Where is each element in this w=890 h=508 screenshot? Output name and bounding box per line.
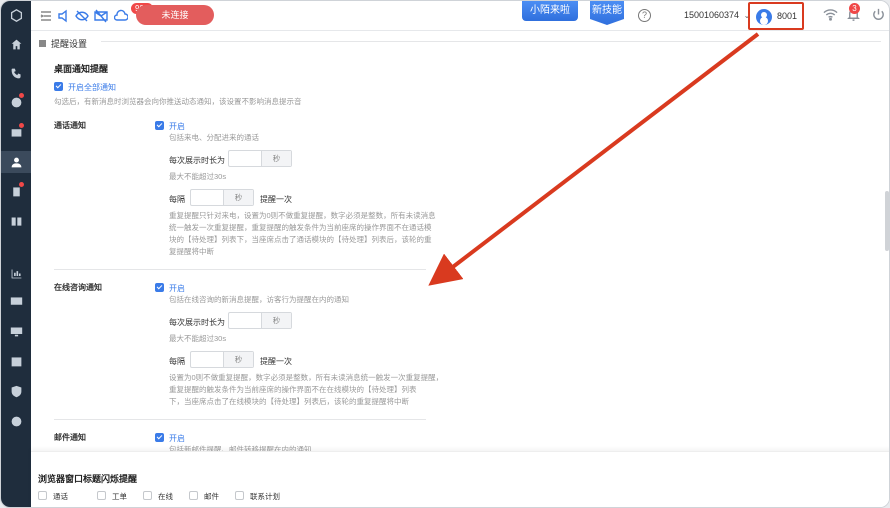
online-every-label: 每隔 — [169, 357, 185, 366]
call-duration-input[interactable]: 秒 — [228, 150, 292, 167]
settings-content: 提醒设置 桌面通知提醒 开启全部通知 勾选后，有新消息时浏览器会向你推送动态通知… — [31, 31, 889, 507]
online-interval-input[interactable]: 秒 — [190, 351, 254, 368]
call-interval-input[interactable]: 秒 — [190, 189, 254, 206]
call-duration-unit: 秒 — [261, 151, 291, 166]
online-repeat-hint-1: 设置为0则不做重复提醒，数字必须是整数，所有未读消息统一触发一次重复提醒， — [169, 373, 444, 382]
online-max-hint: 最大不能超过30s — [169, 334, 227, 343]
flash-plan-checkbox[interactable] — [235, 491, 244, 500]
section-marker-icon — [39, 40, 46, 47]
online-duration-input[interactable]: 秒 — [228, 312, 292, 329]
cloud-user-icon[interactable] — [113, 9, 129, 23]
section-header: 提醒设置 — [39, 37, 87, 50]
mail-enable-checkbox[interactable] — [155, 433, 164, 442]
call-notify-label: 通话通知 — [54, 121, 86, 130]
clipboard-icon[interactable] — [6, 181, 26, 201]
flash-ticket-checkbox[interactable] — [97, 491, 106, 500]
plus-circle-icon[interactable] — [6, 411, 26, 431]
call-repeat-label: 提醒一次 — [260, 195, 292, 204]
flash-online-label[interactable]: 在线 — [158, 491, 173, 502]
flash-online-checkbox[interactable] — [143, 491, 152, 500]
enable-all-hint: 勾选后，有新消息时浏览器会向你推送动态通知，该设置不影响消息提示音 — [54, 97, 302, 106]
power-icon[interactable] — [871, 7, 886, 27]
flash-reminder-title: 浏览器窗口标题闪烁提醒 — [38, 474, 138, 484]
section-title: 提醒设置 — [51, 39, 88, 49]
call-repeat-hint-2: 统一触发一次重复提醒，重复提醒的触发条件为当前座席的操作界面不在通话模 — [169, 223, 432, 232]
agent-avatar-icon — [756, 9, 772, 25]
calendar-icon[interactable] — [6, 351, 26, 371]
chat-unread-dot — [19, 93, 24, 98]
mail-notify-label: 邮件通知 — [54, 433, 86, 442]
topbar: 99+ 未连接 小陌来啦 新技能 ? 15001060374 ⌄ 8001 3 — [31, 1, 889, 31]
promo-banner-new-skill[interactable]: 新技能 — [590, 1, 624, 25]
call-enable-checkbox[interactable] — [155, 121, 164, 130]
flash-ticket-label[interactable]: 工单 — [112, 491, 127, 502]
alarm-count-badge: 3 — [849, 3, 860, 14]
flash-reminder-panel: 浏览器窗口标题闪烁提醒 通话 工单 在线 邮件 联系计划 — [31, 451, 889, 507]
shield-icon[interactable] — [6, 381, 26, 401]
book-icon[interactable] — [6, 211, 26, 231]
flash-mail-label[interactable]: 邮件 — [204, 491, 219, 502]
mail-enable-label[interactable]: 开启 — [169, 433, 185, 444]
mail-icon[interactable] — [6, 122, 26, 142]
chart-icon[interactable] — [6, 263, 26, 283]
call-enable-label[interactable]: 开启 — [169, 121, 185, 132]
enable-all-label[interactable]: 开启全部通知 — [68, 82, 116, 93]
desktop-notify-title: 桌面通知提醒 — [54, 64, 109, 74]
call-repeat-hint-3: 块的【待处理】列表下，当座席点击了通话模块的【待处理】列表后，该轮的重 — [169, 235, 432, 244]
online-duration-unit: 秒 — [261, 313, 291, 328]
call-repeat-hint-4: 复提醒将中断 — [169, 247, 214, 256]
agent-id: 8001 — [777, 11, 798, 21]
scrollbar[interactable] — [885, 191, 889, 251]
monitor-plus-icon[interactable] — [6, 291, 26, 311]
call-repeat-hint-1: 重复提醒只针对来电，设置为0则不做重复提醒，数字必须是整数，所有未读消息 — [169, 211, 436, 220]
mail-unread-dot — [19, 123, 24, 128]
enable-all-checkbox[interactable] — [54, 82, 63, 91]
account-number: 15001060374 — [684, 10, 740, 20]
online-enable-label[interactable]: 开启 — [169, 283, 185, 294]
clipboard-unread-dot — [19, 182, 24, 187]
call-max-hint: 最大不能超过30s — [169, 172, 227, 181]
online-notify-label: 在线咨询通知 — [54, 283, 102, 292]
online-enable-checkbox[interactable] — [155, 283, 164, 292]
section-divider — [101, 41, 881, 42]
flash-mail-checkbox[interactable] — [189, 491, 198, 500]
speaker-icon[interactable] — [57, 9, 71, 23]
promo-banner-xiaomo[interactable]: 小陌来啦 — [522, 1, 578, 21]
online-repeat-label: 提醒一次 — [260, 357, 292, 366]
chat-icon[interactable] — [6, 92, 26, 112]
call-divider — [54, 269, 426, 270]
flash-plan-label[interactable]: 联系计划 — [250, 491, 280, 502]
hidden-eye-icon[interactable] — [75, 9, 89, 23]
account-dropdown[interactable]: 15001060374 ⌄ — [684, 10, 750, 20]
call-every-label: 每隔 — [169, 195, 185, 204]
online-duration-label: 每次展示时长为 — [169, 318, 225, 327]
online-divider — [54, 419, 426, 420]
sidebar — [1, 1, 31, 507]
user-icon[interactable] — [1, 151, 31, 173]
call-interval-unit: 秒 — [223, 190, 253, 205]
app-window: 99+ 未连接 小陌来啦 新技能 ? 15001060374 ⌄ 8001 3 … — [0, 0, 890, 508]
logo-icon — [6, 5, 26, 25]
agent-status-highlight[interactable]: 8001 — [748, 2, 804, 30]
collapse-menu-icon[interactable] — [39, 9, 53, 23]
home-icon[interactable] — [6, 34, 26, 54]
online-repeat-hint-2: 重复提醒的触发条件为当前座席的操作界面不在在线模块的【待处理】列表 — [169, 385, 417, 394]
online-hint: 包括在线咨询的新消息提醒，访客行为提醒在内的通知 — [169, 295, 349, 304]
wifi-icon[interactable] — [823, 7, 838, 27]
monitor-icon[interactable] — [6, 321, 26, 341]
help-icon[interactable]: ? — [638, 9, 651, 22]
online-repeat-hint-3: 下，当座席点击了在线模块的【待处理】列表后，该轮的重复提醒将中断 — [169, 397, 409, 406]
connection-status-button[interactable]: 未连接 — [136, 5, 214, 25]
muted-mail-icon[interactable] — [94, 9, 108, 23]
phone-icon[interactable] — [6, 63, 26, 83]
flash-call-label[interactable]: 通话 — [53, 491, 68, 502]
call-duration-label: 每次展示时长为 — [169, 156, 225, 165]
call-hint: 包括来电、分配进来的通话 — [169, 133, 259, 142]
flash-call-checkbox[interactable] — [38, 491, 47, 500]
online-interval-unit: 秒 — [223, 352, 253, 367]
